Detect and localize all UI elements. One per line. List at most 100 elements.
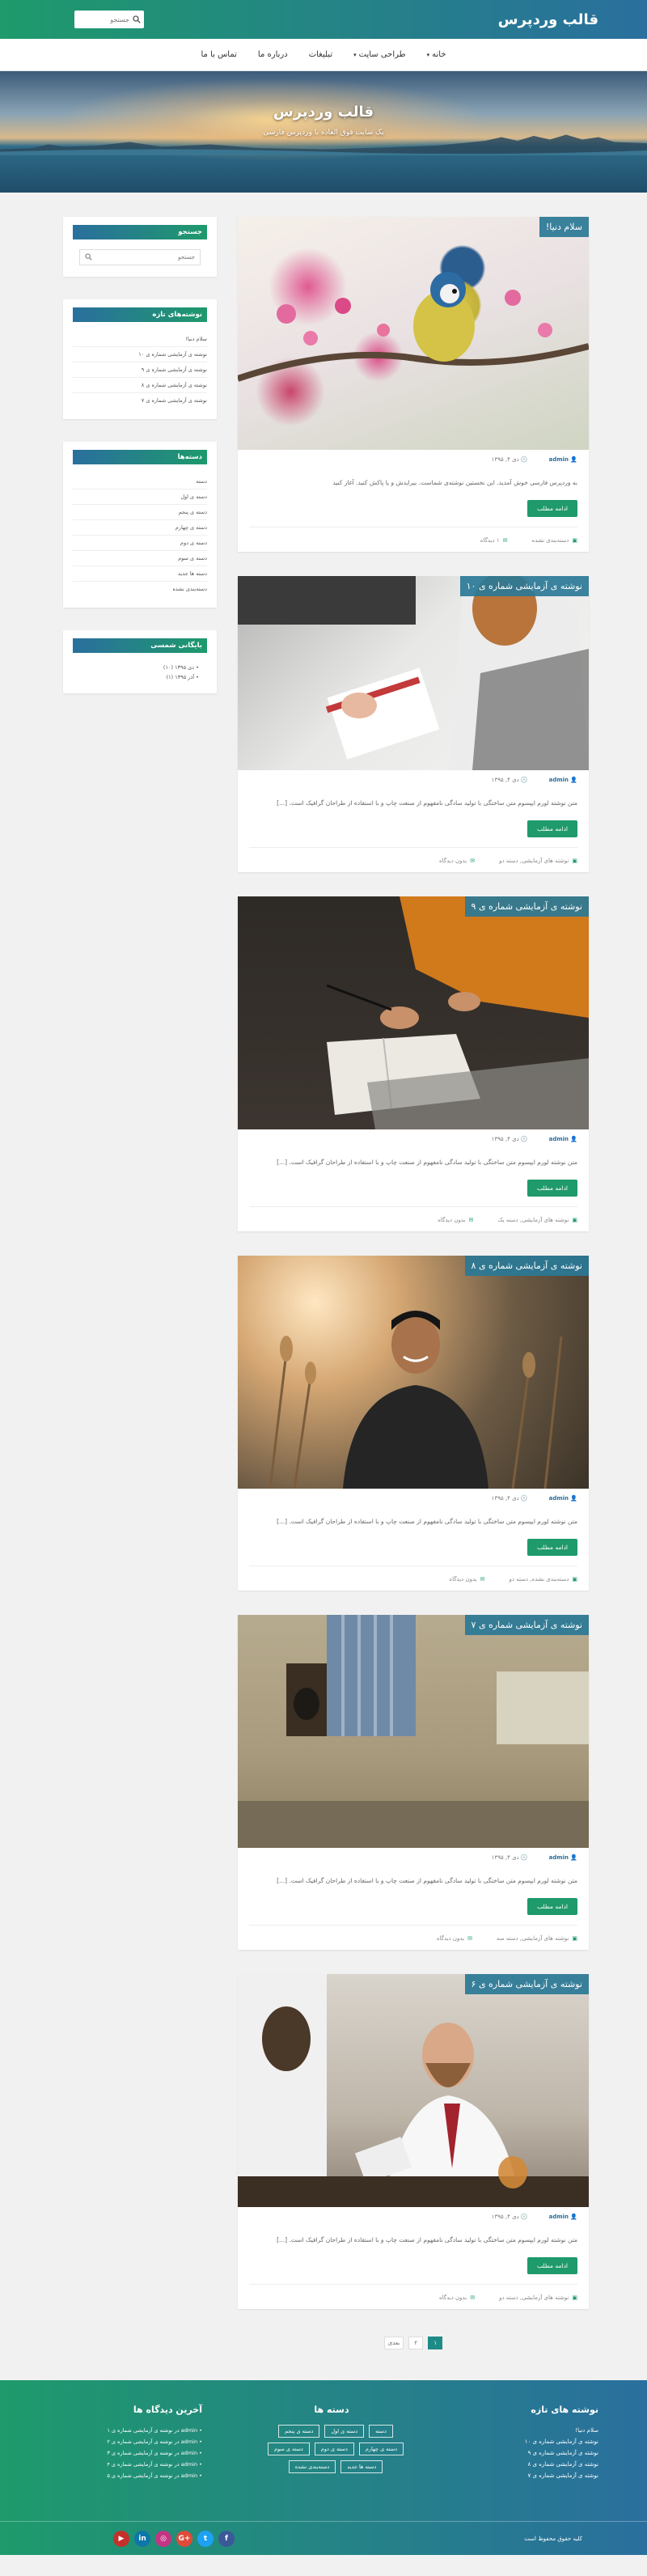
post-author[interactable]: admin — [549, 1495, 569, 1502]
nav-item-contact[interactable]: تماس با ما — [201, 50, 237, 59]
nav-label: تبلیغات — [308, 50, 333, 59]
category-link[interactable]: دسته ها جدید — [73, 566, 207, 582]
post-title[interactable]: سلام دنیا! — [539, 217, 589, 237]
next-page-button[interactable]: بعدی — [383, 2337, 404, 2349]
header-search-input[interactable] — [82, 15, 129, 23]
search-icon[interactable] — [133, 15, 141, 24]
post-comments[interactable]: ۱ دیدگاه — [480, 537, 500, 544]
footer-comment-link[interactable]: • admin در نوشته ی آزمایشی شماره ی ۱ — [65, 2425, 202, 2436]
nav-item-ads[interactable]: تبلیغات — [309, 50, 332, 59]
post-category[interactable]: دسته‌بندی نشده, دسته دو — [510, 1576, 569, 1582]
google-plus-icon[interactable]: G+ — [176, 2530, 192, 2547]
post-image-reading[interactable]: نوشته ی آزمایشی شماره ی ۹ — [238, 896, 589, 1129]
recent-post-link[interactable]: نوشته ی آزمایشی شماره ی ۷ — [73, 393, 207, 408]
footer-category-tag[interactable]: دسته ی دوم — [314, 2443, 354, 2455]
post-author[interactable]: admin — [549, 2214, 569, 2220]
footer-post-link[interactable]: سلام دنیا! — [461, 2425, 598, 2436]
category-link[interactable]: دسته ی اول — [73, 489, 207, 505]
category-link[interactable]: دسته ی پنجم — [73, 505, 207, 520]
sidebar-search-input[interactable] — [106, 254, 195, 261]
footer-post-link[interactable]: نوشته ی آزمایشی شماره ی ۱۰ — [461, 2436, 598, 2447]
read-more-button[interactable]: ادامه مطلب — [527, 820, 577, 837]
post-image-student[interactable]: نوشته ی آزمایشی شماره ی ۱۰ — [238, 576, 589, 770]
footer-post-link[interactable]: نوشته ی آزمایشی شماره ی ۹ — [461, 2447, 598, 2459]
folder-icon: ▣ — [572, 537, 577, 544]
archive-link[interactable]: • آذر ۱۳۹۵ (۱) — [73, 672, 207, 682]
facebook-icon[interactable]: f — [218, 2530, 235, 2547]
archive-link[interactable]: • دی ۱۳۹۵ (۱۰) — [73, 663, 207, 672]
footer-comment-link[interactable]: • admin در نوشته ی آزمایشی شماره ی ۲ — [65, 2436, 202, 2447]
post-image-bearded-man[interactable]: نوشته ی آزمایشی شماره ی ۶ — [238, 1974, 589, 2207]
category-link[interactable]: دسته — [73, 474, 207, 489]
read-more-button[interactable]: ادامه مطلب — [527, 1180, 577, 1197]
page-2-button[interactable]: ۲ — [408, 2337, 424, 2349]
read-more-button[interactable]: ادامه مطلب — [527, 1539, 577, 1556]
user-icon: 👤 — [570, 2214, 577, 2220]
post-title[interactable]: نوشته ی آزمایشی شماره ی ۷ — [464, 1615, 589, 1635]
post-comments[interactable]: بدون دیدگاه — [439, 858, 467, 864]
footer-category-tag[interactable]: دسته ی اول — [324, 2425, 365, 2438]
site-title[interactable]: قالب وردپرس — [498, 11, 598, 28]
footer-category-tag[interactable]: دسته ی چهارم — [358, 2443, 404, 2455]
recent-post-link[interactable]: نوشته ی آزمایشی شماره ی ۹ — [73, 362, 207, 378]
nav-item-home[interactable]: خانه ▾ — [427, 50, 446, 59]
twitter-icon[interactable]: t — [197, 2530, 214, 2547]
post-meta: 👤 admin 🕓 دی ۴, ۱۳۹۵ — [249, 1854, 577, 1869]
post-comments[interactable]: بدون دیدگاه — [439, 2294, 467, 2301]
footer-category-tag[interactable]: دسته ی سوم — [267, 2443, 310, 2455]
post-category[interactable]: نوشته های آزمایشی, دسته یک — [497, 1217, 569, 1223]
read-more-button[interactable]: ادامه مطلب — [527, 2257, 577, 2274]
read-more-button[interactable]: ادامه مطلب — [527, 1898, 577, 1915]
header-search[interactable] — [74, 11, 144, 28]
widget-title: دسته‌ها — [73, 450, 207, 464]
category-link[interactable]: دسته ی چهارم — [73, 520, 207, 536]
category-link[interactable]: دسته ی سوم — [73, 551, 207, 566]
category-link[interactable]: دسته ی دوم — [73, 536, 207, 551]
nav-item-about[interactable]: درباره ما — [258, 50, 288, 59]
post-image-man-smiling[interactable]: نوشته ی آزمایشی شماره ی ۸ — [238, 1256, 589, 1489]
post-title[interactable]: نوشته ی آزمایشی شماره ی ۹ — [464, 896, 589, 917]
linkedin-icon[interactable]: in — [134, 2530, 150, 2547]
post-category[interactable]: نوشته های آزمایشی, دسته دو — [499, 858, 569, 864]
category-link[interactable]: دسته‌بندی نشده — [73, 582, 207, 596]
post-title[interactable]: نوشته ی آزمایشی شماره ی ۸ — [464, 1256, 589, 1276]
footer-category-tag[interactable]: دسته ی پنجم — [278, 2425, 320, 2438]
footer-post-link[interactable]: نوشته ی آزمایشی شماره ی ۸ — [461, 2459, 598, 2470]
footer-category-tag[interactable]: دسته ها جدید — [340, 2460, 383, 2473]
post-category[interactable]: نوشته های آزمایشی, دسته سه — [497, 1935, 569, 1942]
footer-comment-link[interactable]: • admin در نوشته ی آزمایشی شماره ی ۵ — [65, 2470, 202, 2481]
post-image-window-dog[interactable]: نوشته ی آزمایشی شماره ی ۷ — [238, 1615, 589, 1848]
post-date: دی ۴, ۱۳۹۵ — [491, 456, 519, 463]
post-author[interactable]: admin — [549, 777, 569, 783]
instagram-icon[interactable]: ◎ — [155, 2530, 171, 2547]
post-comments[interactable]: بدون دیدگاه — [437, 1935, 464, 1942]
recent-post-link[interactable]: نوشته ی آزمایشی شماره ی ۸ — [73, 378, 207, 393]
footer-comment-link[interactable]: • admin در نوشته ی آزمایشی شماره ی ۳ — [65, 2447, 202, 2459]
read-more-button[interactable]: ادامه مطلب — [527, 500, 577, 517]
footer-category-tag[interactable]: دسته — [369, 2425, 393, 2438]
search-icon[interactable] — [85, 253, 92, 262]
post-comments[interactable]: بدون دیدگاه — [449, 1576, 476, 1582]
post-title[interactable]: نوشته ی آزمایشی شماره ی ۶ — [464, 1974, 589, 1994]
page-1-button[interactable]: ۱ — [428, 2337, 443, 2349]
post-author[interactable]: admin — [549, 456, 569, 463]
post-title[interactable]: نوشته ی آزمایشی شماره ی ۱۰ — [459, 576, 589, 596]
post-excerpt: متن نوشته لورم ایپسوم متن ساختگی با تولی… — [277, 1518, 577, 1525]
post-category[interactable]: دسته‌بندی نشده — [532, 537, 569, 544]
post-category[interactable]: نوشته های آزمایشی, دسته دو — [499, 2294, 569, 2301]
post-author[interactable]: admin — [549, 1136, 569, 1142]
post-author[interactable]: admin — [549, 1854, 569, 1861]
youtube-icon[interactable]: ▶ — [113, 2530, 129, 2547]
nav-item-site-design[interactable]: طراحی سایت ▾ — [353, 50, 406, 59]
nav-label: درباره ما — [257, 50, 288, 59]
footer-post-link[interactable]: نوشته ی آزمایشی شماره ی ۷ — [461, 2470, 598, 2481]
comment-text: admin در نوشته ی آزمایشی شماره ی ۴ — [107, 2461, 198, 2468]
sidebar-search[interactable] — [79, 249, 201, 265]
clock-icon: 🕓 — [520, 1136, 528, 1142]
footer-comment-link[interactable]: • admin در نوشته ی آزمایشی شماره ی ۴ — [65, 2459, 202, 2470]
post-image-bird[interactable]: سلام دنیا! — [238, 217, 589, 450]
recent-post-link[interactable]: نوشته ی آزمایشی شماره ی ۱۰ — [73, 347, 207, 362]
post-comments[interactable]: بدون دیدگاه — [438, 1217, 465, 1223]
footer-category-tag[interactable]: دسته‌بندی نشده — [288, 2460, 336, 2473]
recent-post-link[interactable]: سلام دنیا! — [73, 332, 207, 347]
